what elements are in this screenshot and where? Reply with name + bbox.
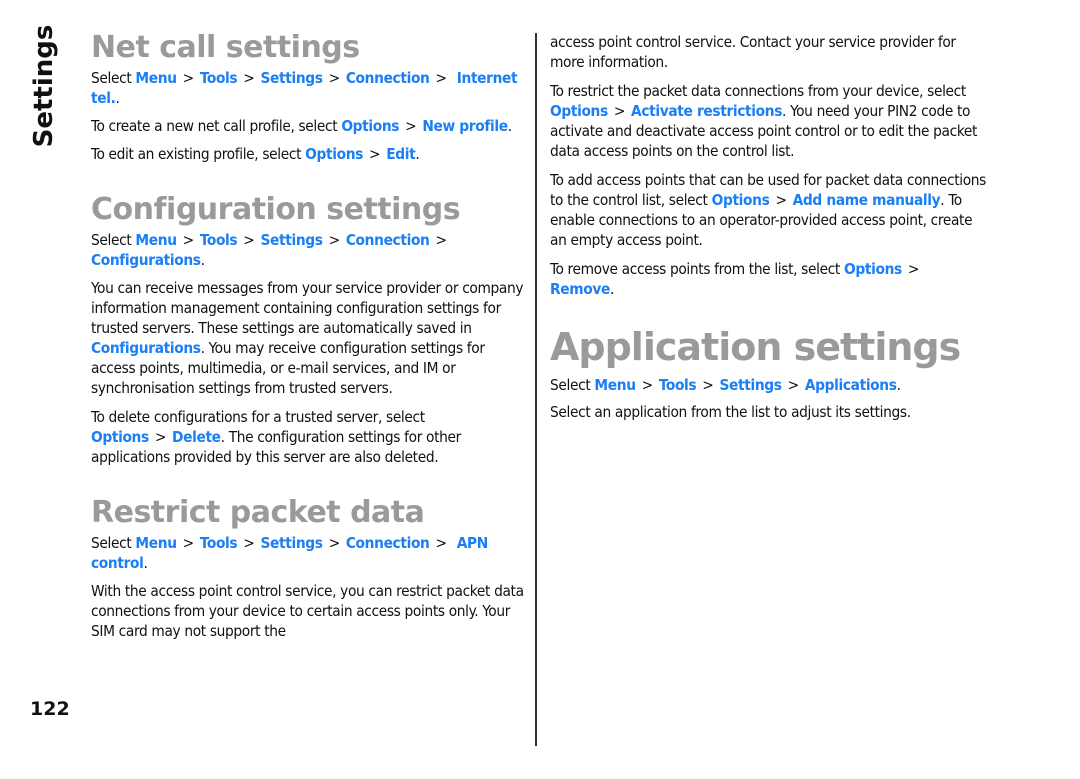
paragraph-intro-part1: With the access point control service, y…: [91, 582, 524, 640]
path-separator: >: [775, 191, 787, 209]
text: To delete configurations for a trusted s…: [91, 408, 425, 426]
paragraph: You can receive messages from your servi…: [91, 278, 527, 398]
text: To create a new net call profile, select: [91, 117, 338, 135]
paragraph: To edit an existing profile, select Opti…: [91, 144, 527, 164]
link-remove[interactable]: Remove: [550, 280, 610, 298]
link-delete[interactable]: Delete: [172, 428, 221, 446]
path-link-menu[interactable]: Menu: [594, 376, 636, 394]
path-separator: >: [435, 69, 448, 87]
link-options[interactable]: Options: [305, 145, 363, 163]
path-separator: >: [243, 534, 255, 552]
chapter-tab-label: Settings: [29, 24, 59, 148]
paragraph-intro-part2: access point control service. Contact yo…: [550, 33, 956, 71]
menu-path: Select Menu > Tools > Settings > Connection > C…: [91, 230, 527, 270]
path-separator: >: [613, 102, 626, 120]
path-link-settings[interactable]: Settings: [260, 69, 323, 87]
path-link-connection[interactable]: Connection: [346, 231, 430, 249]
menu-path: Select Menu > Tools > Settings > Connection > I…: [91, 68, 527, 108]
path-link-tools[interactable]: Tools: [659, 376, 697, 394]
path-separator: >: [328, 231, 341, 249]
path-separator: >: [405, 117, 417, 135]
path-separator: >: [328, 69, 341, 87]
text: You can receive messages from your servi…: [91, 279, 524, 337]
path-separator: >: [182, 231, 195, 249]
paragraph: To restrict the packet data connections …: [550, 81, 990, 161]
path-separator: >: [787, 376, 800, 394]
path-separator: >: [907, 260, 920, 278]
period: .: [415, 145, 420, 163]
path-separator: >: [243, 69, 255, 87]
path-separator: >: [328, 534, 341, 552]
text: To restrict the packet data connections …: [550, 82, 966, 100]
link-options[interactable]: Options: [341, 117, 399, 135]
link-options[interactable]: Options: [844, 260, 902, 278]
section-net-call-settings: Net call settings Select Menu > Tools > Sett…: [91, 28, 527, 164]
path-separator: >: [369, 145, 381, 163]
period: .: [200, 251, 205, 269]
menu-path: Select Menu > Tools > Settings > Applications.: [550, 375, 990, 395]
path-link-settings[interactable]: Settings: [719, 376, 782, 394]
page-number: 122: [30, 698, 70, 720]
period: .: [143, 554, 148, 572]
path-link-connection[interactable]: Connection: [346, 534, 430, 552]
text: To edit an existing profile, select: [91, 145, 302, 163]
paragraph: To create a new net call profile, select…: [91, 116, 527, 136]
section-configuration-settings: Configuration settings Select Menu > Tools…: [91, 190, 527, 467]
section-title: Restrict packet data: [91, 495, 425, 530]
section-title: Net call settings: [91, 30, 360, 65]
section-application-settings: Application settings Select Menu > Tools > S…: [550, 323, 990, 422]
menu-path: Select Menu > Tools > Settings > Connection > A…: [91, 533, 527, 573]
path-link-tools[interactable]: Tools: [200, 534, 238, 552]
link-options[interactable]: Options: [712, 191, 770, 209]
period: .: [115, 89, 120, 107]
link-activate-restrictions[interactable]: Activate restrictions: [631, 102, 782, 120]
link-edit[interactable]: Edit: [386, 145, 416, 163]
path-link-applications[interactable]: Applications: [805, 376, 897, 394]
period: .: [896, 376, 901, 394]
path-prefix: Select: [91, 231, 132, 249]
link-new-profile[interactable]: New profile: [422, 117, 508, 135]
path-link-configurations[interactable]: Configurations: [91, 251, 201, 269]
period: .: [609, 280, 614, 298]
path-separator: >: [243, 231, 255, 249]
path-link-menu[interactable]: Menu: [135, 69, 177, 87]
text: To remove access points from the list, s…: [550, 260, 840, 278]
path-link-menu[interactable]: Menu: [135, 231, 177, 249]
link-configurations[interactable]: Configurations: [91, 339, 201, 357]
right-column: access point control service. Contact yo…: [550, 32, 990, 422]
section-title: Configuration settings: [91, 192, 461, 227]
link-options[interactable]: Options: [91, 428, 149, 446]
link-options[interactable]: Options: [550, 102, 608, 120]
path-prefix: Select: [550, 376, 591, 394]
paragraph: Select an application from the list to a…: [550, 403, 911, 421]
path-separator: >: [182, 534, 195, 552]
paragraph: To add access points that can be used fo…: [550, 170, 990, 250]
path-link-tools[interactable]: Tools: [200, 231, 238, 249]
path-separator: >: [641, 376, 654, 394]
left-column: Net call settings Select Menu > Tools > Sett…: [91, 28, 527, 641]
path-link-settings[interactable]: Settings: [260, 534, 323, 552]
section-title: Application settings: [550, 325, 961, 369]
path-separator: >: [435, 534, 448, 552]
path-separator: >: [182, 69, 195, 87]
path-link-connection[interactable]: Connection: [346, 69, 430, 87]
path-separator: >: [154, 428, 167, 446]
path-link-settings[interactable]: Settings: [260, 231, 323, 249]
path-prefix: Select: [91, 534, 132, 552]
path-prefix: Select: [91, 69, 132, 87]
paragraph: To delete configurations for a trusted s…: [91, 407, 527, 467]
path-link-menu[interactable]: Menu: [135, 534, 177, 552]
column-divider: [535, 33, 537, 746]
period: .: [507, 117, 512, 135]
section-restrict-packet-data: Restrict packet data Select Menu > Tools > S…: [91, 493, 527, 641]
path-separator: >: [702, 376, 714, 394]
link-add-name-manually[interactable]: Add name manually: [793, 191, 941, 209]
path-separator: >: [435, 231, 448, 249]
paragraph: To remove access points from the list, s…: [550, 259, 990, 299]
path-link-tools[interactable]: Tools: [200, 69, 238, 87]
chapter-tab: Settings: [24, 25, 64, 148]
